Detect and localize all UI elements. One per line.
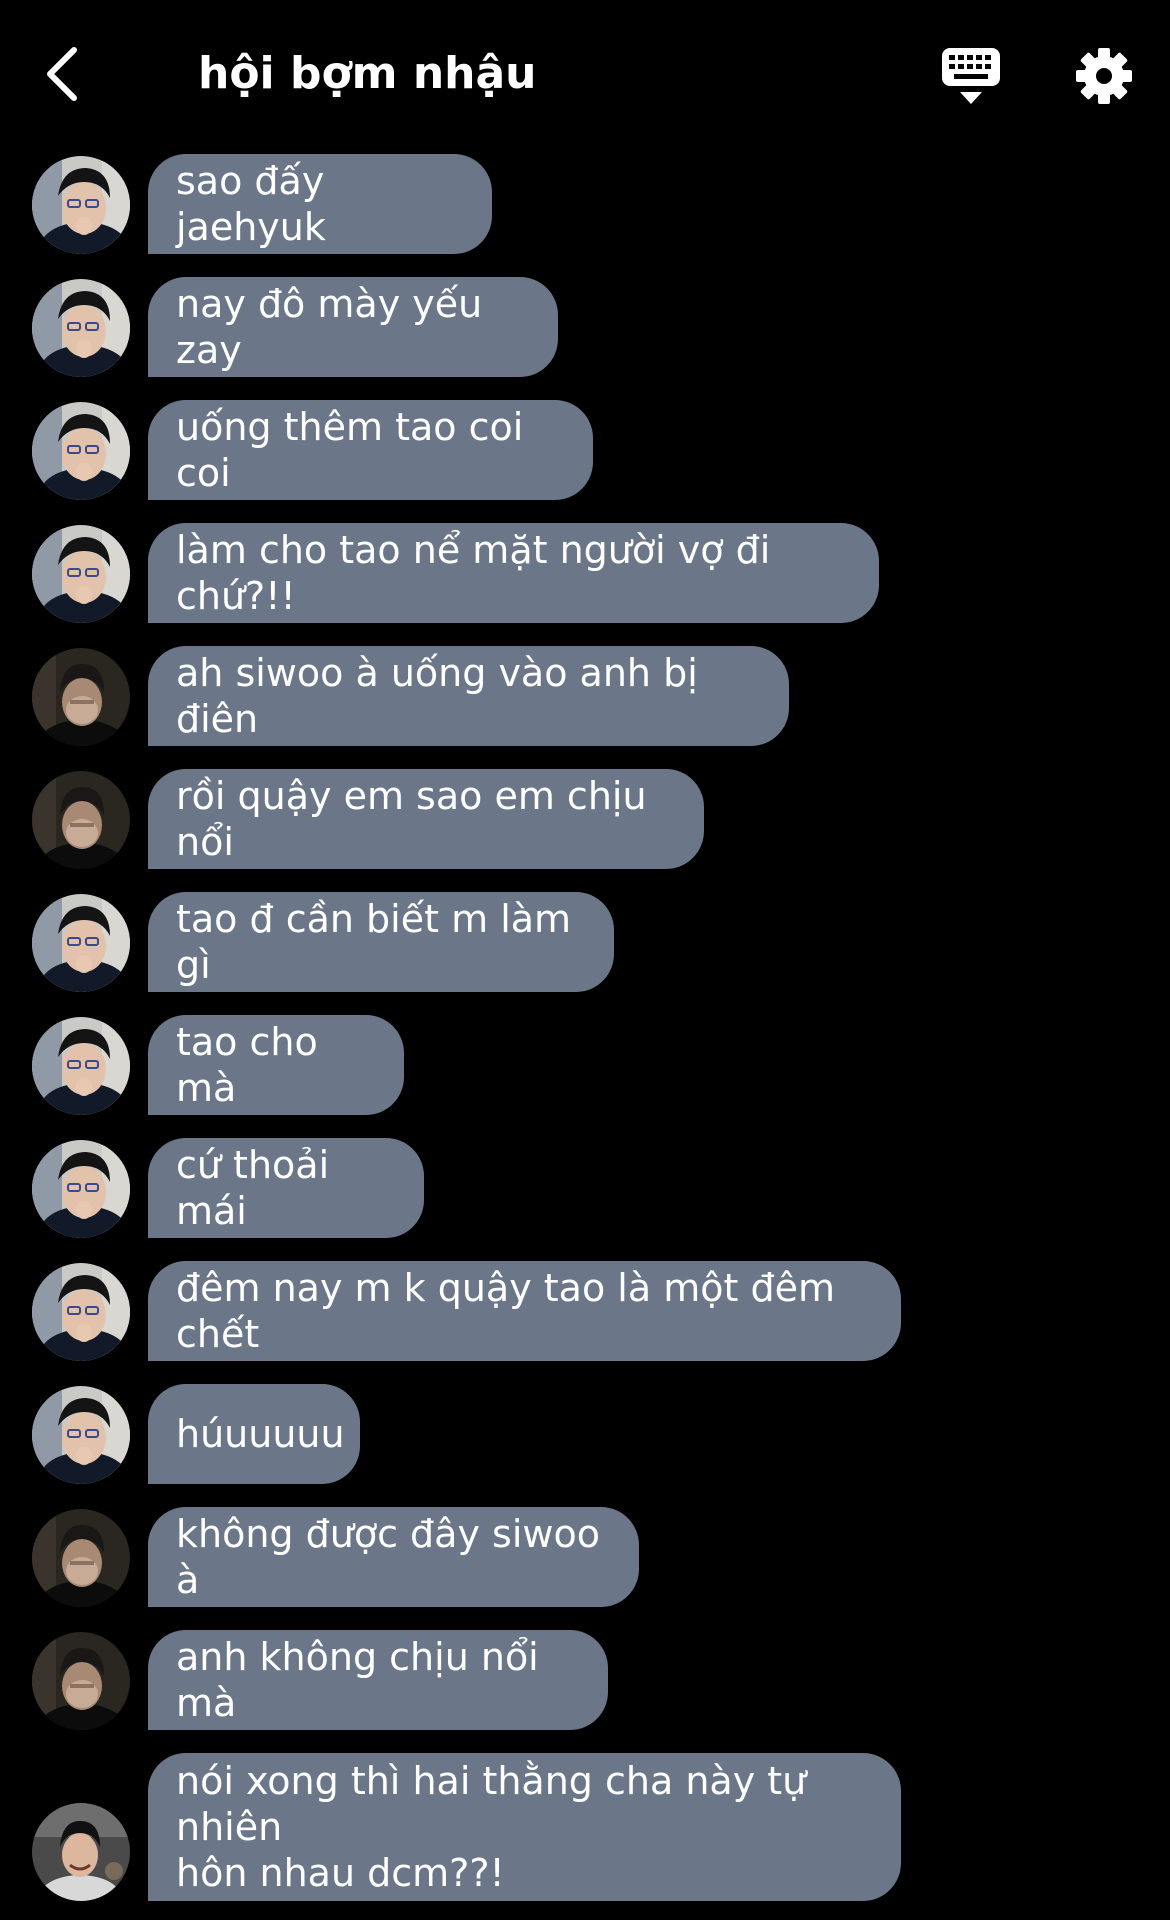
- chevron-left-icon: [47, 47, 77, 101]
- message-bubble[interactable]: nay đô mày yếu zay: [148, 277, 558, 377]
- keyboard-icon: [942, 48, 1000, 104]
- avatar[interactable]: [32, 894, 130, 992]
- back-button[interactable]: [40, 44, 84, 104]
- chat-header: hội bợm nhậu: [0, 0, 1170, 148]
- message-row: tao đ cần biết m làm gì: [0, 892, 1170, 992]
- avatar[interactable]: [32, 1386, 130, 1484]
- message-row: đêm nay m k quậy tao là một đêm chết: [0, 1261, 1170, 1361]
- avatar[interactable]: [32, 1632, 130, 1730]
- message-row: ah siwoo à uống vào anh bị điên: [0, 646, 1170, 746]
- message-bubble[interactable]: đêm nay m k quậy tao là một đêm chết: [148, 1261, 901, 1361]
- message-bubble[interactable]: cứ thoải mái: [148, 1138, 424, 1238]
- avatar[interactable]: [32, 402, 130, 500]
- message-bubble[interactable]: không được đây siwoo à: [148, 1507, 639, 1607]
- message-row: rồi quậy em sao em chịu nổi: [0, 769, 1170, 869]
- message-bubble[interactable]: uống thêm tao coi coi: [148, 400, 593, 500]
- message-row: sao đấy jaehyuk: [0, 154, 1170, 254]
- message-row: anh không chịu nổi mà: [0, 1630, 1170, 1730]
- message-bubble[interactable]: rồi quậy em sao em chịu nổi: [148, 769, 704, 869]
- message-row: tao cho mà: [0, 1015, 1170, 1115]
- message-row: cứ thoải mái: [0, 1138, 1170, 1238]
- avatar[interactable]: [32, 771, 130, 869]
- keyboard-button[interactable]: [940, 46, 1004, 108]
- gear-icon: [1076, 48, 1132, 104]
- message-bubble[interactable]: tao cho mà: [148, 1015, 404, 1115]
- message-bubble[interactable]: tao đ cần biết m làm gì: [148, 892, 614, 992]
- message-row: uống thêm tao coi coi: [0, 400, 1170, 500]
- message-bubble[interactable]: húuuuuu: [148, 1384, 360, 1484]
- settings-button[interactable]: [1074, 46, 1134, 106]
- avatar[interactable]: [32, 525, 130, 623]
- message-row: húuuuuu: [0, 1384, 1170, 1484]
- avatar[interactable]: [32, 1509, 130, 1607]
- message-bubble[interactable]: làm cho tao nể mặt người vợ đi chứ?!!: [148, 523, 879, 623]
- avatar[interactable]: [32, 648, 130, 746]
- avatar[interactable]: [32, 1803, 130, 1901]
- message-row: nay đô mày yếu zay: [0, 277, 1170, 377]
- message-bubble[interactable]: anh không chịu nổi mà: [148, 1630, 608, 1730]
- message-row: làm cho tao nể mặt người vợ đi chứ?!!: [0, 523, 1170, 623]
- message-bubble[interactable]: sao đấy jaehyuk: [148, 154, 492, 254]
- message-row: nói xong thì hai thằng cha này tự nhiên …: [0, 1753, 1170, 1901]
- message-bubble[interactable]: nói xong thì hai thằng cha này tự nhiên …: [148, 1753, 901, 1901]
- avatar[interactable]: [32, 1017, 130, 1115]
- message-bubble[interactable]: ah siwoo à uống vào anh bị điên: [148, 646, 789, 746]
- chat-title: hội bợm nhậu: [198, 48, 537, 99]
- avatar[interactable]: [32, 279, 130, 377]
- avatar[interactable]: [32, 156, 130, 254]
- message-row: không được đây siwoo à: [0, 1507, 1170, 1607]
- avatar[interactable]: [32, 1140, 130, 1238]
- avatar[interactable]: [32, 1263, 130, 1361]
